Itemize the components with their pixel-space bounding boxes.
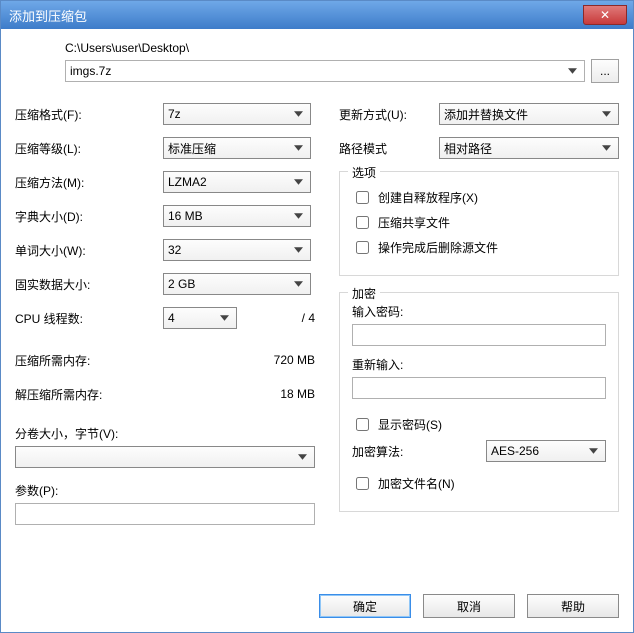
pwd-label: 输入密码: xyxy=(352,303,606,320)
dict-label: 字典大小(D): xyxy=(15,208,163,225)
solid-value: 2 GB xyxy=(168,277,195,291)
showpwd-label: 显示密码(S) xyxy=(378,416,442,433)
cancel-button[interactable]: 取消 xyxy=(423,594,515,618)
ok-label: 确定 xyxy=(353,598,377,615)
chevron-down-icon xyxy=(290,174,306,190)
enc-method-select[interactable]: AES-256 xyxy=(486,440,606,462)
encnames-row[interactable]: 加密文件名(N) xyxy=(352,474,606,493)
chevron-down-icon xyxy=(294,449,310,465)
chevron-down-icon xyxy=(290,276,306,292)
chevron-down-icon xyxy=(216,310,232,326)
archive-name-combo[interactable]: imgs.7z xyxy=(65,60,585,82)
chevron-down-icon xyxy=(290,106,306,122)
word-label: 单词大小(W): xyxy=(15,242,163,259)
dict-value: 16 MB xyxy=(168,209,203,223)
level-value: 标准压缩 xyxy=(168,140,216,157)
password-input[interactable] xyxy=(352,324,606,346)
dialog-window: 添加到压缩包 ✕ C:\Users\user\Desktop\ imgs.7z … xyxy=(0,0,634,633)
params-input[interactable] xyxy=(15,503,315,525)
shared-label: 压缩共享文件 xyxy=(378,214,450,231)
delete-checkbox-row[interactable]: 操作完成后删除源文件 xyxy=(352,238,606,257)
level-label: 压缩等级(L): xyxy=(15,140,163,157)
update-select[interactable]: 添加并替换文件 xyxy=(439,103,619,125)
showpwd-checkbox[interactable] xyxy=(356,418,369,431)
close-button[interactable]: ✕ xyxy=(583,5,627,25)
browse-label: ... xyxy=(600,64,610,78)
dict-select[interactable]: 16 MB xyxy=(163,205,311,227)
sfx-checkbox-row[interactable]: 创建自释放程序(X) xyxy=(352,188,606,207)
mem-comp-label: 压缩所需内存: xyxy=(15,352,163,369)
chevron-down-icon xyxy=(564,63,580,79)
chevron-down-icon xyxy=(585,443,601,459)
chevron-down-icon xyxy=(290,208,306,224)
mem-decomp-value: 18 MB xyxy=(163,387,315,401)
method-value: LZMA2 xyxy=(168,175,207,189)
close-icon: ✕ xyxy=(600,8,610,22)
pwd2-label: 重新输入: xyxy=(352,356,606,373)
window-title: 添加到压缩包 xyxy=(9,6,87,25)
encryption-group: 加密 输入密码: 重新输入: 显示密码(S) 加密算法: AES-256 xyxy=(339,292,619,512)
options-title: 选项 xyxy=(348,164,380,181)
method-select[interactable]: LZMA2 xyxy=(163,171,311,193)
method-label: 压缩方法(M): xyxy=(15,174,163,191)
pathmode-label: 路径模式 xyxy=(339,140,439,157)
params-label: 参数(P): xyxy=(15,482,315,499)
showpwd-row[interactable]: 显示密码(S) xyxy=(352,415,606,434)
button-row: 确定 取消 帮助 xyxy=(319,594,619,618)
sfx-checkbox[interactable] xyxy=(356,191,369,204)
delete-checkbox[interactable] xyxy=(356,241,369,254)
chevron-down-icon xyxy=(290,140,306,156)
encnames-checkbox[interactable] xyxy=(356,477,369,490)
right-column: 更新方式(U): 添加并替换文件 路径模式 相对路径 选项 xyxy=(339,103,619,525)
dialog-body: C:\Users\user\Desktop\ imgs.7z ... 压缩格式(… xyxy=(1,29,633,632)
enc-method-label: 加密算法: xyxy=(352,443,486,460)
chevron-down-icon xyxy=(598,140,614,156)
split-label: 分卷大小，字节(V): xyxy=(15,425,315,442)
shared-checkbox[interactable] xyxy=(356,216,369,229)
split-combo[interactable] xyxy=(15,446,315,468)
threads-value: 4 xyxy=(168,311,175,325)
solid-select[interactable]: 2 GB xyxy=(163,273,311,295)
cancel-label: 取消 xyxy=(457,598,481,615)
chevron-down-icon xyxy=(598,106,614,122)
help-label: 帮助 xyxy=(561,598,585,615)
password-confirm-input[interactable] xyxy=(352,377,606,399)
titlebar: 添加到压缩包 ✕ xyxy=(1,1,633,29)
enc-title: 加密 xyxy=(348,285,380,302)
format-value: 7z xyxy=(168,107,181,121)
threads-select[interactable]: 4 xyxy=(163,307,237,329)
mem-decomp-label: 解压缩所需内存: xyxy=(15,386,163,403)
pathmode-value: 相对路径 xyxy=(444,140,492,157)
help-button[interactable]: 帮助 xyxy=(527,594,619,618)
solid-label: 固实数据大小: xyxy=(15,276,163,293)
update-value: 添加并替换文件 xyxy=(444,106,528,123)
shared-checkbox-row[interactable]: 压缩共享文件 xyxy=(352,213,606,232)
enc-method-value: AES-256 xyxy=(491,444,539,458)
browse-button[interactable]: ... xyxy=(591,59,619,83)
format-label: 压缩格式(F): xyxy=(15,106,163,123)
left-column: 压缩格式(F): 7z 压缩等级(L): 标准压缩 压缩方法(M): xyxy=(15,103,315,525)
output-path: C:\Users\user\Desktop\ xyxy=(65,41,619,55)
threads-label: CPU 线程数: xyxy=(15,310,163,327)
level-select[interactable]: 标准压缩 xyxy=(163,137,311,159)
sfx-label: 创建自释放程序(X) xyxy=(378,189,478,206)
encnames-label: 加密文件名(N) xyxy=(378,475,455,492)
options-group: 选项 创建自释放程序(X) 压缩共享文件 操作完成后删除源文件 xyxy=(339,171,619,276)
chevron-down-icon xyxy=(290,242,306,258)
ok-button[interactable]: 确定 xyxy=(319,594,411,618)
word-value: 32 xyxy=(168,243,181,257)
pathmode-select[interactable]: 相对路径 xyxy=(439,137,619,159)
delete-label: 操作完成后删除源文件 xyxy=(378,239,498,256)
archive-name-value: imgs.7z xyxy=(70,64,111,78)
mem-comp-value: 720 MB xyxy=(163,353,315,367)
update-label: 更新方式(U): xyxy=(339,106,439,123)
format-select[interactable]: 7z xyxy=(163,103,311,125)
word-select[interactable]: 32 xyxy=(163,239,311,261)
threads-max: / 4 xyxy=(245,311,315,325)
